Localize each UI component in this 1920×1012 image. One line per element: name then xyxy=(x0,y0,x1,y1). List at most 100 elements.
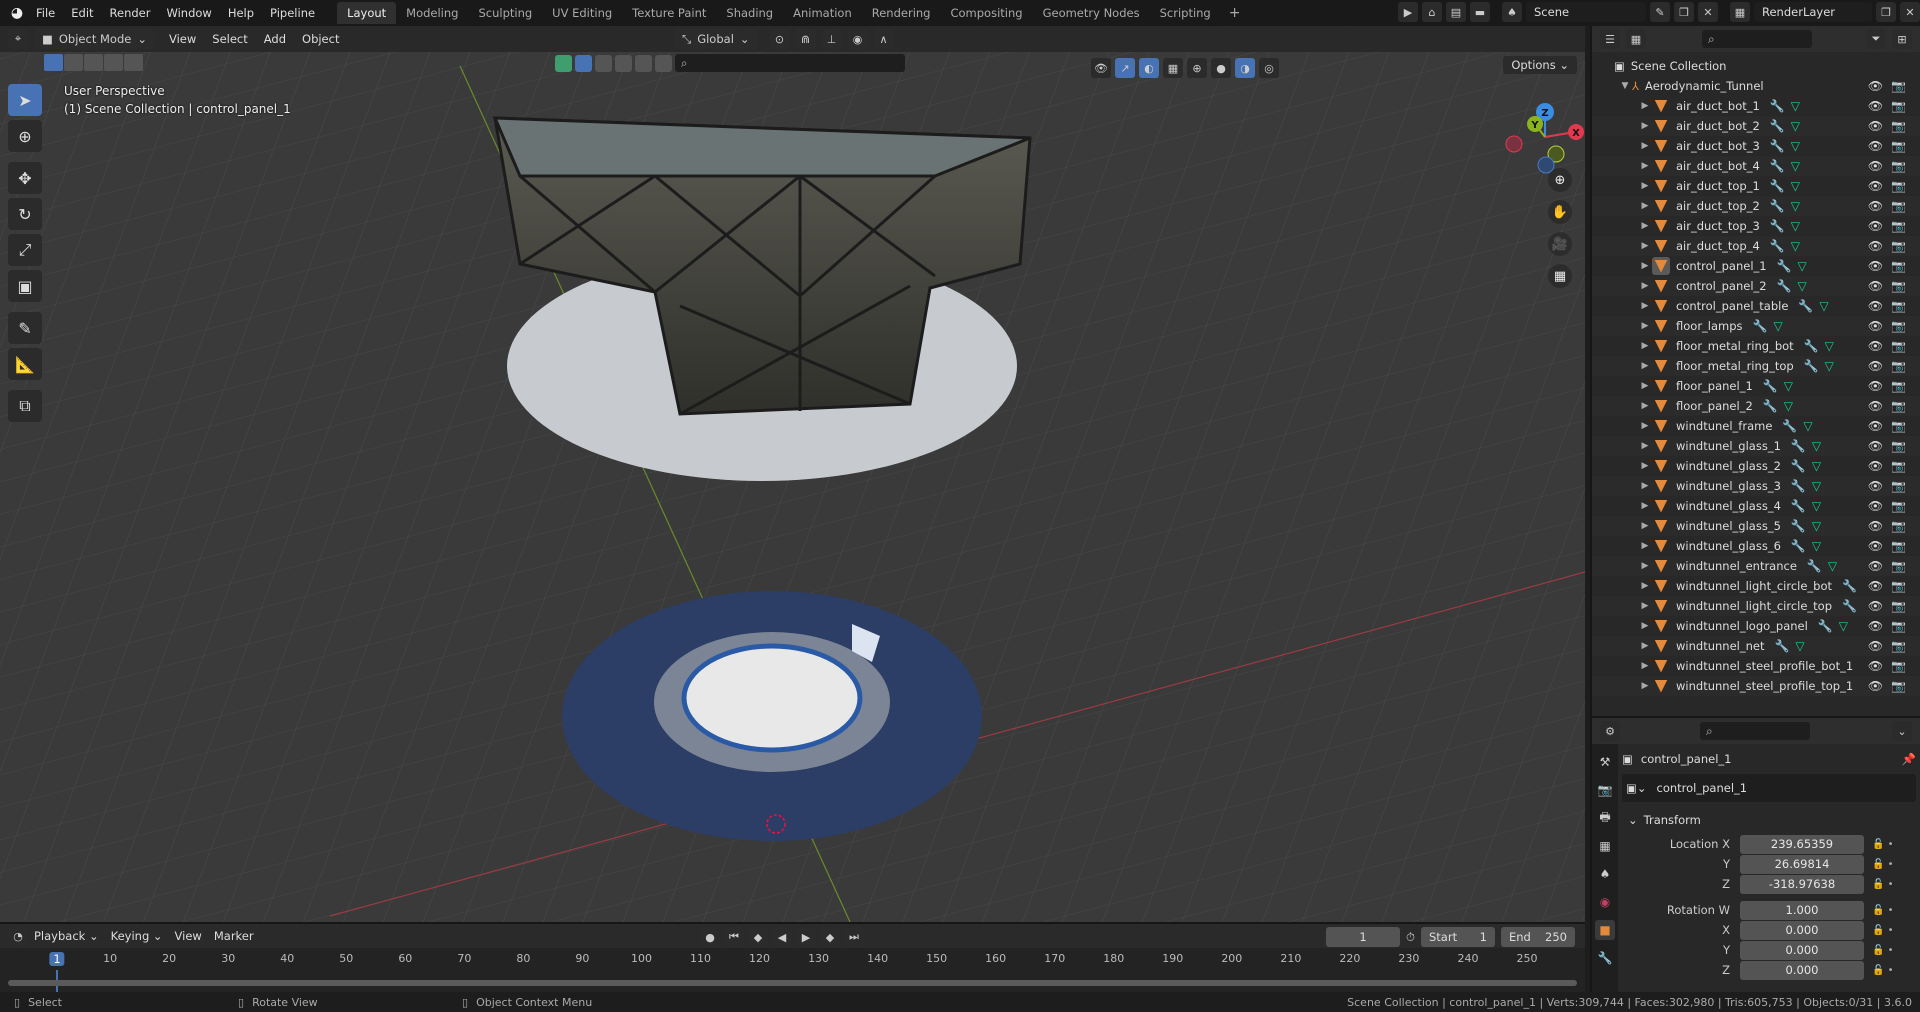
tab-layout[interactable]: Layout xyxy=(337,2,397,24)
outliner-object-row[interactable]: ▶ windtunnel_steel_profile_top_1 👁 📷 xyxy=(1592,676,1920,696)
camera-icon[interactable]: 📷 xyxy=(1891,559,1906,573)
brush-filter-icon[interactable] xyxy=(655,54,672,72)
eye-icon[interactable]: 👁 xyxy=(1868,79,1883,93)
modifier-wrench-icon[interactable]: 🔧 xyxy=(1774,639,1789,653)
lock-icon[interactable]: 🔓 • xyxy=(1872,859,1894,870)
tab-texture-paint[interactable]: Texture Paint xyxy=(622,2,716,24)
camera-icon[interactable]: 📷 xyxy=(1891,319,1906,333)
outliner-object-row[interactable]: ▶ floor_panel_1 🔧 ▽ 👁 📷 xyxy=(1592,376,1920,396)
outliner-object-row[interactable]: ▶ air_duct_bot_3 🔧 ▽ 👁 📷 xyxy=(1592,136,1920,156)
menu-select[interactable]: Select xyxy=(204,32,255,46)
outliner-object-row[interactable]: ▶ windtunnel_light_circle_top 🔧 👁 📷 xyxy=(1592,596,1920,616)
mesh-data-icon[interactable]: ▽ xyxy=(1784,399,1793,413)
render-play-icon[interactable]: ▶ xyxy=(1398,2,1418,22)
expand-arrow-icon[interactable]: ▶ xyxy=(1638,421,1652,431)
modifier-wrench-icon[interactable]: 🔧 xyxy=(1791,439,1806,453)
eye-icon[interactable]: 👁 xyxy=(1868,299,1883,313)
properties-search-input[interactable]: ⌕ xyxy=(1700,722,1810,740)
menu-pipeline[interactable]: Pipeline xyxy=(262,6,323,20)
snap-increment-icon[interactable]: ⊥ xyxy=(821,29,842,49)
camera-icon[interactable]: 📷 xyxy=(1891,659,1906,673)
rotation-y-field[interactable]: 0.000 xyxy=(1740,940,1864,960)
tool-tab-icon[interactable]: ⚒ xyxy=(1595,752,1615,772)
expand-arrow-icon[interactable]: ▶ xyxy=(1638,541,1652,551)
camera-icon[interactable]: 📷 xyxy=(1891,499,1906,513)
expand-arrow-icon[interactable]: ▶ xyxy=(1638,221,1652,231)
mesh-data-icon[interactable]: ▽ xyxy=(1791,199,1800,213)
modifier-wrench-icon[interactable]: 🔧 xyxy=(1763,399,1778,413)
camera-icon[interactable]: 📷 xyxy=(1891,459,1906,473)
expand-arrow-icon[interactable]: ▶ xyxy=(1638,261,1652,271)
render-tab-icon[interactable]: 📷 xyxy=(1595,780,1615,800)
menu-add[interactable]: Add xyxy=(256,32,294,46)
move-tool-icon[interactable]: ✥ xyxy=(8,162,42,194)
expand-arrow-icon[interactable]: ▶ xyxy=(1638,601,1652,611)
select-intersect-icon[interactable] xyxy=(124,54,143,71)
lock-icon[interactable]: 🔓 • xyxy=(1872,945,1894,956)
outliner-object-row[interactable]: ▶ windtunel_glass_6 🔧 ▽ 👁 📷 xyxy=(1592,536,1920,556)
close-scene-icon[interactable]: ✕ xyxy=(1698,2,1718,22)
expand-arrow-icon[interactable]: ▶ xyxy=(1638,481,1652,491)
eye-icon[interactable]: 👁 xyxy=(1868,499,1883,513)
modifier-wrench-icon[interactable]: 🔧 xyxy=(1770,219,1785,233)
outliner-object-row[interactable]: ▶ windtunel_glass_2 🔧 ▽ 👁 📷 xyxy=(1592,456,1920,476)
expand-arrow-icon[interactable]: ▶ xyxy=(1638,281,1652,291)
snap-magnet-icon[interactable]: ⋒ xyxy=(795,29,816,49)
mesh-data-icon[interactable]: ▽ xyxy=(1791,179,1800,193)
camera-icon[interactable]: 📷 xyxy=(1891,119,1906,133)
camera-view-icon[interactable]: 🎥 xyxy=(1548,232,1572,256)
eye-icon[interactable]: 👁 xyxy=(1868,259,1883,273)
camera-icon[interactable]: 📷 xyxy=(1891,399,1906,413)
expand-arrow-icon[interactable]: ▶ xyxy=(1638,581,1652,591)
modifier-wrench-icon[interactable]: 🔧 xyxy=(1807,559,1822,573)
overlay-toggle-icon[interactable]: ◐ xyxy=(1139,58,1159,78)
outliner-object-row[interactable]: ▶ air_duct_bot_1 🔧 ▽ 👁 📷 xyxy=(1592,96,1920,116)
proportional-edit-icon[interactable]: ◉ xyxy=(847,29,868,49)
select-new-icon[interactable] xyxy=(44,54,63,71)
outliner-object-row[interactable]: ▶ floor_panel_2 🔧 ▽ 👁 📷 xyxy=(1592,396,1920,416)
modifier-wrench-icon[interactable]: 🔧 xyxy=(1770,139,1785,153)
eye-icon[interactable]: 👁 xyxy=(1868,539,1883,553)
modifier-wrench-icon[interactable]: 🔧 xyxy=(1818,619,1833,633)
expand-arrow-icon[interactable]: ▶ xyxy=(1638,561,1652,571)
object-name-field[interactable]: ▣⌄ control_panel_1 xyxy=(1622,774,1916,802)
mesh-data-icon[interactable]: ▽ xyxy=(1798,279,1807,293)
expand-arrow-icon[interactable]: ▶ xyxy=(1638,201,1652,211)
mesh-data-icon[interactable]: ▽ xyxy=(1795,639,1804,653)
rotation-z-field[interactable]: 0.000 xyxy=(1740,960,1864,980)
filter-icon[interactable]: ⏷ xyxy=(1866,29,1886,49)
mesh-data-icon[interactable]: ▽ xyxy=(1791,99,1800,113)
solid-shading-icon[interactable]: ● xyxy=(1211,58,1231,78)
current-frame-field[interactable]: 1 xyxy=(1326,927,1401,947)
eye-icon[interactable]: 👁 xyxy=(1868,439,1883,453)
eye-icon[interactable]: 👁 xyxy=(1868,479,1883,493)
ortho-grid-icon[interactable]: ▦ xyxy=(1548,264,1572,288)
lock-icon[interactable]: 🔓 • xyxy=(1872,879,1894,890)
modifier-wrench-icon[interactable]: 🔧 xyxy=(1770,199,1785,213)
scene-field[interactable]: Scene xyxy=(1526,2,1646,22)
expand-arrow-icon[interactable]: ▶ xyxy=(1638,381,1652,391)
view-layer-tab-icon[interactable]: ▦ xyxy=(1595,836,1615,856)
modifier-wrench-icon[interactable]: 🔧 xyxy=(1791,499,1806,513)
tab-shading[interactable]: Shading xyxy=(716,2,783,24)
tab-scripting[interactable]: Scripting xyxy=(1150,2,1221,24)
tab-sculpting[interactable]: Sculpting xyxy=(468,2,542,24)
menu-file[interactable]: File xyxy=(28,6,63,20)
rotation-x-field[interactable]: 0.000 xyxy=(1740,920,1864,940)
stopwatch-icon[interactable]: ⏱ xyxy=(1406,930,1415,945)
eye-icon[interactable]: 👁 xyxy=(1868,599,1883,613)
auto-key-icon[interactable]: ● xyxy=(700,927,720,947)
camera-icon[interactable]: 📷 xyxy=(1891,439,1906,453)
mesh-data-icon[interactable]: ▽ xyxy=(1812,439,1821,453)
falloff-icon[interactable]: ∧ xyxy=(873,29,894,49)
eye-icon[interactable]: 👁 xyxy=(1868,179,1883,193)
asset-icon[interactable] xyxy=(555,54,572,72)
eye-icon[interactable]: 👁 xyxy=(1868,619,1883,633)
modifier-wrench-icon[interactable]: 🔧 xyxy=(1777,259,1792,273)
scene-icon[interactable]: ♠ xyxy=(1502,2,1522,22)
end-frame-field[interactable]: End 250 xyxy=(1501,927,1575,947)
eye-icon[interactable]: 👁 xyxy=(1868,679,1883,693)
output-tab-icon[interactable]: 🖶 xyxy=(1595,808,1615,828)
pan-hand-icon[interactable]: ✋ xyxy=(1548,200,1572,224)
outliner-object-row[interactable]: ▶ windtunel_glass_3 🔧 ▽ 👁 📷 xyxy=(1592,476,1920,496)
